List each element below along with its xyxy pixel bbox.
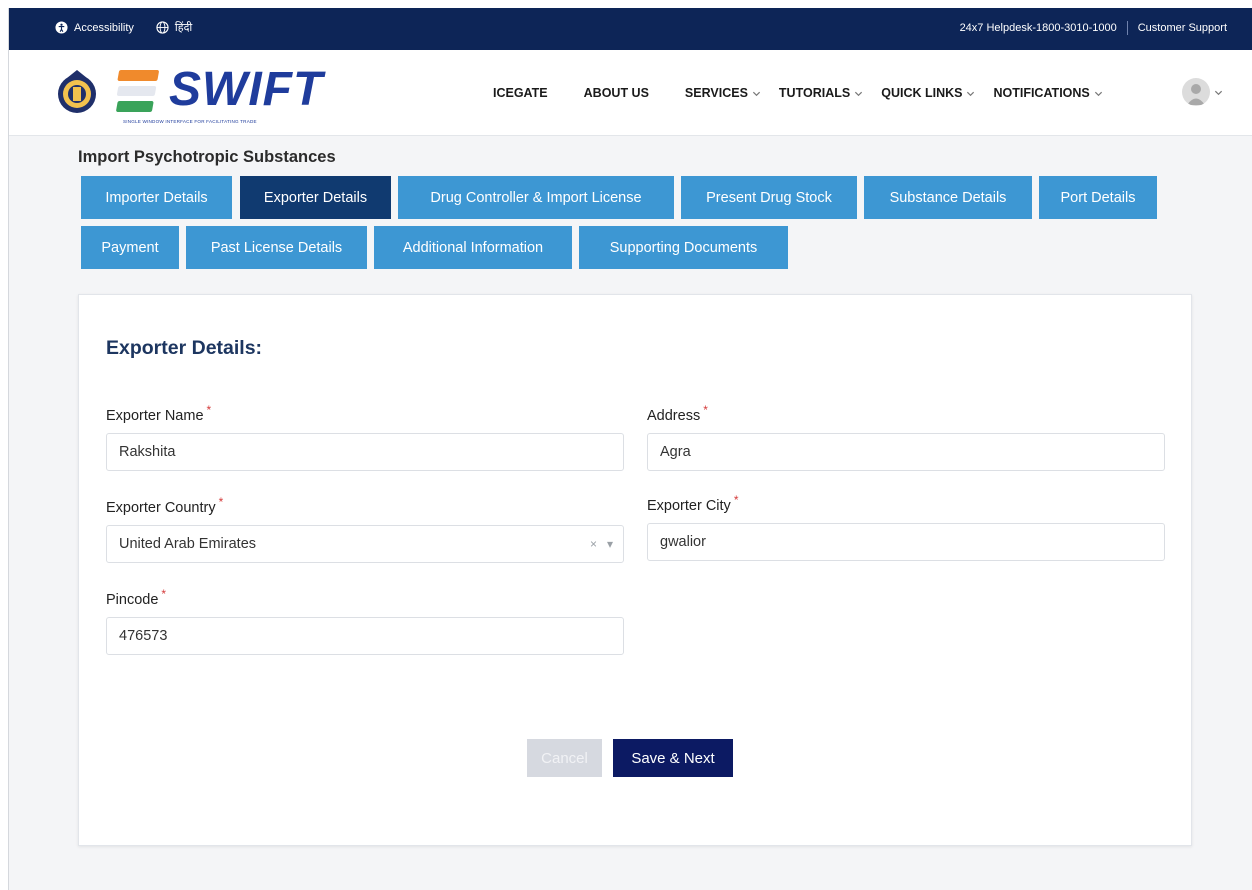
globe-icon [156,21,169,34]
divider [1126,21,1128,35]
main-nav: ICEGATE ABOUT US SERVICES TUTORIALS QUIC… [493,86,1103,100]
chevron-down-icon [1094,91,1102,96]
tab-payment[interactable]: Payment [81,226,179,269]
language-switch[interactable]: हिंदी [156,20,192,35]
user-menu[interactable] [1182,78,1223,106]
clear-icon[interactable]: × [590,537,597,551]
pincode-field: Pincode * 476573 [106,587,624,655]
nav-label: TUTORIALS [778,86,851,100]
tab-exporter-details[interactable]: Exporter Details [240,176,391,219]
exporter-name-input[interactable]: Rakshita [106,433,624,471]
accessibility-link[interactable]: Accessibility [55,21,134,34]
nav-label: SERVICES [684,86,748,100]
required-marker: * [733,493,739,507]
exporter-name-field: Exporter Name * Rakshita [106,403,624,471]
chevron-down-icon [1214,90,1223,95]
required-marker: * [206,403,212,417]
select-controls: × ▾ [590,537,613,551]
nav-label: NOTIFICATIONS [993,86,1090,100]
nav-item-icegate[interactable]: ICEGATE [493,86,548,100]
tab-substance-details[interactable]: Substance Details [864,176,1032,219]
pincode-input[interactable]: 476573 [106,617,624,655]
nav-item-about-us[interactable]: ABOUT US [584,86,649,100]
page-title: Import Psychotropic Substances [78,148,336,166]
field-label: Exporter Name * [106,403,212,424]
customer-support-link[interactable]: Customer Support [1138,22,1227,34]
caret-down-icon[interactable]: ▾ [607,537,613,551]
brand-wordmark: SWIFT [169,63,324,116]
field-label: Pincode * [106,587,167,608]
brand-tagline: SINGLE WINDOW INTERFACE FOR FACILITATING… [123,119,257,124]
required-marker: * [161,587,167,601]
accessibility-label: Accessibility [74,21,134,34]
top-right-links: 24x7 Helpdesk-1800-3010-1000 Customer Su… [960,21,1227,35]
nav-item-quick-links[interactable]: QUICK LINKS [881,86,975,100]
section-title: Exporter Details: [106,337,263,359]
tab-additional-information[interactable]: Additional Information [374,226,572,269]
chevron-down-icon [855,91,863,96]
required-marker: * [218,495,224,509]
nav-item-tutorials[interactable]: TUTORIALS [779,86,863,100]
language-label: हिंदी [174,22,193,34]
chevron-down-icon [752,91,760,96]
cancel-button[interactable]: Cancel [527,739,602,777]
exporter-details-card: Exporter Details: Exporter Name * Rakshit… [78,294,1192,846]
tab-port-details[interactable]: Port Details [1039,176,1157,219]
user-icon [1187,84,1205,105]
swift-logo[interactable]: SWIFT SINGLE WINDOW INTERFACE FOR FACILI… [53,60,333,124]
nav-label: ICEGATE [493,86,548,100]
required-marker: * [703,403,708,417]
exporter-city-input[interactable]: gwalior [647,523,1165,561]
top-utility-bar: Accessibility हिंदी 24x7 Helpdesk-1800-3… [9,8,1252,50]
chevron-down-icon [967,91,975,96]
field-label: Exporter Country * [106,495,224,516]
main-header: SWIFT SINGLE WINDOW INTERFACE FOR FACILI… [9,50,1252,136]
tab-drug-controller-import-license[interactable]: Drug Controller & Import License [398,176,674,219]
save-next-button[interactable]: Save & Next [613,739,733,777]
exporter-country-select[interactable]: United Arab Emirates × ▾ [106,525,624,563]
helpdesk-text: 24x7 Helpdesk-1800-3010-1000 [959,22,1117,34]
accessibility-icon [55,21,68,34]
emblem-icon [58,70,159,113]
tab-past-license-details[interactable]: Past License Details [186,226,367,269]
address-input[interactable]: Agra [647,433,1165,471]
field-label: Exporter City * [647,493,739,514]
selected-value: United Arab Emirates [119,536,257,552]
app-frame: Accessibility हिंदी 24x7 Helpdesk-1800-3… [8,8,1252,890]
nav-item-notifications[interactable]: NOTIFICATIONS [993,86,1102,100]
exporter-country-field: Exporter Country * United Arab Emirates ×… [106,495,624,563]
tab-present-drug-stock[interactable]: Present Drug Stock [681,176,857,219]
nav-label: ABOUT US [583,86,649,100]
exporter-city-field: Exporter City * gwalior [647,493,1165,561]
tab-supporting-documents[interactable]: Supporting Documents [579,226,788,269]
address-field: Address * Agra [647,403,1165,471]
avatar [1182,78,1210,106]
nav-label: QUICK LINKS [881,86,963,100]
tab-importer-details[interactable]: Importer Details [81,176,232,219]
top-left-links: Accessibility हिंदी [55,20,192,35]
field-label: Address * [647,403,708,424]
nav-item-services[interactable]: SERVICES [685,86,761,100]
